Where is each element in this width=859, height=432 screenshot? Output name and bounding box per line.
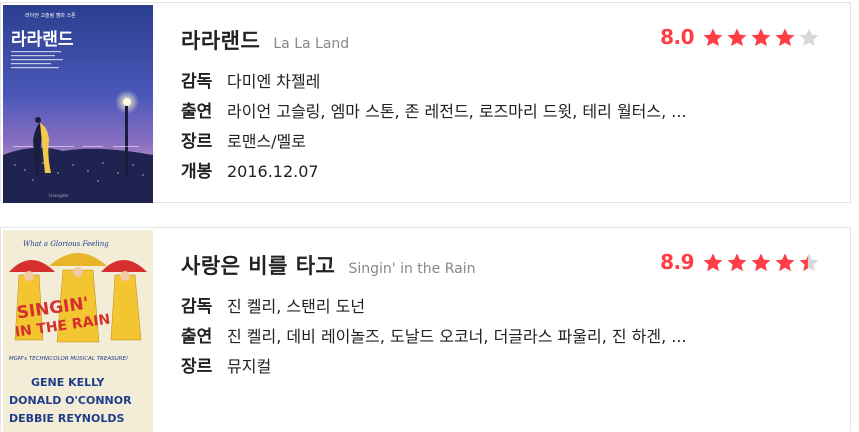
movie-meta: 감독 다미엔 차젤레 출연 라이언 고슬링, 엠마 스톤, 존 레전드, 로즈마리 … [181,67,801,187]
meta-row-genre: 장르 로맨스/멜로 [181,127,801,157]
meta-value: 로맨스/멜로 [227,132,306,151]
meta-row-director: 감독 진 켈리, 스탠리 도넌 [181,292,801,322]
star-icon [727,28,747,46]
meta-value: 다미엔 차젤레 [227,72,321,91]
meta-row-cast: 출연 라이언 고슬링, 엠마 스톤, 존 레전드, 로즈마리 드윗, 테리 월터스… [181,97,801,127]
movie-poster-singin-in-the-rain[interactable]: What a Glorious Feeling SINGIN' IN THE R… [3,230,153,432]
movie-meta: 감독 진 켈리, 스탠리 도넌 출연 진 켈리, 데비 레이놀즈, 도날드 오코너,… [181,292,801,382]
meta-value: 진 켈리, 스탠리 도넌 [227,297,366,316]
rating-score: 8.0 [660,25,694,49]
meta-label: 감독 [181,297,213,317]
poster-tagline: 라이언 고슬링 엠마 스톤 [25,12,76,19]
poster-title: 라라랜드 [11,30,74,50]
movie-title-english: Singin' in the Rain [348,261,476,277]
movie-rating: 8.9 [660,250,822,274]
poster-cast-1: GENE KELLY [31,376,105,389]
rating-stars [702,252,822,273]
movie-rating: 8.0 [660,25,822,49]
poster-bottom-text: Lionsgate [49,193,69,198]
meta-row-release: 개봉 2016.12.07 [181,157,801,187]
star-icon [751,28,771,46]
meta-value: 진 켈리, 데비 레이놀즈, 도날드 오코너, 더글라스 파울리, 진 하겐, … [227,327,687,346]
movie-title-english: La La Land [273,36,350,52]
star-icon [703,28,723,46]
meta-value: 뮤지컬 [227,357,272,376]
title-row: 사랑은 비를 타고 Singin' in the Rain [181,250,475,280]
star-icon [703,253,723,271]
meta-value: 라이언 고슬링, 엠마 스톤, 존 레전드, 로즈마리 드윗, 테리 월터스, … [227,102,687,121]
rating-stars [702,27,822,48]
poster-cast-2: DONALD O'CONNOR [9,394,132,407]
star-icon [751,253,771,271]
meta-row-cast: 출연 진 켈리, 데비 레이놀즈, 도날드 오코너, 더글라스 파울리, 진 하겐… [181,322,801,352]
meta-label: 출연 [181,327,213,347]
star-icon [775,253,795,271]
meta-label: 장르 [181,357,213,377]
meta-label: 감독 [181,72,213,92]
movie-title[interactable]: 라라랜드 [181,29,260,53]
star-icon [799,253,819,271]
star-icon [727,253,747,271]
meta-row-genre: 장르 뮤지컬 [181,352,801,382]
meta-label: 출연 [181,102,213,122]
title-row: 라라랜드 La La Land [181,25,349,55]
meta-label: 개봉 [181,162,213,182]
poster-cast-3: DEBBIE REYNOLDS [9,412,124,425]
movie-card-singin-in-the-rain[interactable]: What a Glorious Feeling SINGIN' IN THE R… [0,227,851,432]
meta-value: 2016.12.07 [227,162,319,181]
meta-label: 장르 [181,132,213,152]
poster-top-text: What a Glorious Feeling [23,240,109,248]
star-icon [799,28,819,46]
movie-card-lalaland[interactable]: 라이언 고슬링 엠마 스톤 라라랜드 Lionsgate 라라랜드 La La … [0,2,851,203]
movie-poster-lalaland[interactable]: 라이언 고슬링 엠마 스톤 라라랜드 Lionsgate [3,5,153,203]
meta-row-director: 감독 다미엔 차젤레 [181,67,801,97]
poster-studio-text: MGM's TECHNICOLOR MUSICAL TREASURE! [9,356,128,362]
movie-title[interactable]: 사랑은 비를 타고 [181,254,335,278]
star-icon [775,28,795,46]
rating-score: 8.9 [660,250,694,274]
